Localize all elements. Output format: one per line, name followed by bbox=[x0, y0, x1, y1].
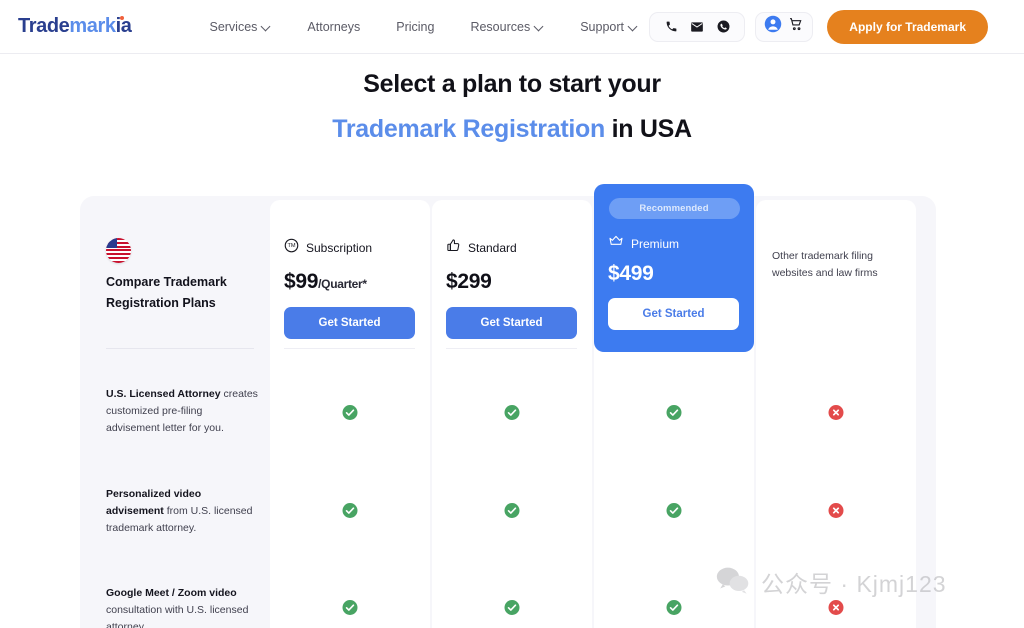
nav-item-services[interactable]: Services bbox=[209, 20, 271, 34]
feature-mark-yes bbox=[504, 405, 520, 420]
chevron-down-icon bbox=[535, 22, 544, 31]
other-providers-label: Other trademark filing websites and law … bbox=[772, 250, 878, 280]
feature-mark-yes bbox=[666, 405, 682, 420]
plan-price-amount: $499 bbox=[608, 262, 654, 285]
nav-label: Pricing bbox=[396, 19, 435, 34]
plan-price: $99/Quarter* bbox=[284, 270, 416, 294]
plan-column-subscription: TM Subscription $99/Quarter* Get Started bbox=[270, 196, 430, 628]
get-started-button-premium[interactable]: Get Started bbox=[608, 298, 739, 330]
plan-price-amount: $299 bbox=[446, 270, 492, 293]
nav-label: Attorneys bbox=[307, 19, 361, 34]
feature-mark-no bbox=[828, 405, 844, 420]
email-icon[interactable] bbox=[684, 20, 710, 34]
plan-column-premium: Recommended Premium $499 Get Started bbox=[594, 184, 754, 628]
nav-label: Resources bbox=[470, 19, 531, 34]
chevron-down-icon bbox=[629, 22, 638, 31]
premium-highlight-card: Recommended Premium $499 Get Started bbox=[594, 184, 754, 352]
feature-label-column: Compare Trademark Registration Plans U.S… bbox=[80, 196, 270, 628]
trademarkia-logo[interactable]: Trademarkia bbox=[18, 15, 132, 38]
feature-mark-no bbox=[828, 503, 844, 518]
user-account-icon[interactable] bbox=[764, 15, 782, 38]
get-started-button-subscription[interactable]: Get Started bbox=[284, 307, 415, 339]
plan-header: Standard $299 Get Started bbox=[432, 196, 592, 339]
logo-part-1: Trade bbox=[18, 15, 70, 37]
feature-mark-yes bbox=[342, 405, 358, 420]
feature-mark-yes bbox=[666, 503, 682, 518]
crown-icon bbox=[608, 233, 624, 254]
plan-name: Premium bbox=[631, 236, 680, 251]
chevron-down-icon bbox=[262, 22, 271, 31]
plan-comparison-grid: Compare Trademark Registration Plans U.S… bbox=[80, 184, 936, 628]
feature-label-rest: consultation with U.S. licensed attorney… bbox=[106, 604, 249, 628]
feature-mark-yes bbox=[342, 503, 358, 518]
plan-column-others: Other trademark filing websites and law … bbox=[756, 196, 916, 628]
shopping-cart-icon[interactable] bbox=[788, 16, 804, 37]
us-flag-icon bbox=[106, 238, 131, 263]
divider bbox=[284, 348, 415, 349]
feature-mark-yes bbox=[504, 503, 520, 518]
apply-for-trademark-button[interactable]: Apply for Trademark bbox=[827, 9, 988, 44]
nav-item-support[interactable]: Support bbox=[580, 20, 638, 34]
feature-mark-yes bbox=[504, 600, 520, 615]
hero-line-2-highlight: Trademark Registration bbox=[332, 114, 605, 143]
page-title: Select a plan to start your Trademark Re… bbox=[0, 62, 1024, 151]
feature-mark-no bbox=[828, 600, 844, 615]
plan-comparison-panel: Compare Trademark Registration Plans U.S… bbox=[80, 184, 936, 628]
feature-label-1: Personalized video advisement from U.S. … bbox=[106, 486, 258, 537]
thumbs-up-icon bbox=[446, 238, 461, 258]
nav-item-attorneys[interactable]: Attorneys bbox=[307, 20, 360, 34]
svg-text:TM: TM bbox=[287, 243, 295, 249]
divider bbox=[106, 348, 254, 349]
account-icon-group bbox=[755, 11, 814, 42]
nav-item-pricing[interactable]: Pricing bbox=[396, 20, 434, 34]
feature-label-bold: Google Meet / Zoom video bbox=[106, 587, 237, 599]
nav-item-resources[interactable]: Resources bbox=[470, 20, 544, 34]
plan-price-amount: $99 bbox=[284, 270, 319, 293]
feature-mark-yes bbox=[666, 600, 682, 615]
contact-icon-group bbox=[649, 11, 746, 42]
feature-label-bold: U.S. Licensed Attorney bbox=[106, 388, 221, 400]
plan-header: TM Subscription $99/Quarter* Get Started bbox=[270, 196, 430, 339]
feature-mark-yes bbox=[342, 600, 358, 615]
page-root: Trademarkia Services Attorneys Pricing R… bbox=[0, 0, 1024, 628]
plan-price: $299 bbox=[446, 270, 578, 294]
plan-name: Standard bbox=[468, 241, 517, 255]
main-nav: Services Attorneys Pricing Resources Sup… bbox=[209, 20, 638, 34]
plan-price-period: /Quarter* bbox=[318, 277, 367, 291]
recommended-badge: Recommended bbox=[608, 198, 740, 219]
whatsapp-icon[interactable] bbox=[710, 20, 736, 33]
get-started-button-standard[interactable]: Get Started bbox=[446, 307, 577, 339]
nav-label: Support bbox=[580, 19, 624, 34]
phone-icon[interactable] bbox=[658, 20, 684, 33]
logo-part-2: mark bbox=[69, 15, 116, 37]
plan-column-standard: Standard $299 Get Started bbox=[432, 196, 592, 628]
divider bbox=[446, 348, 577, 349]
site-header: Trademarkia Services Attorneys Pricing R… bbox=[0, 0, 1024, 54]
hero-line-1: Select a plan to start your bbox=[363, 70, 661, 98]
hero-line-2-rest: in USA bbox=[604, 114, 692, 143]
plan-price: $499 bbox=[608, 262, 740, 286]
compare-title: Compare Trademark Registration Plans bbox=[106, 275, 227, 311]
feature-label-2: Google Meet / Zoom video consultation wi… bbox=[106, 585, 258, 628]
plan-name: Subscription bbox=[306, 241, 373, 255]
hero-section: Select a plan to start your Trademark Re… bbox=[0, 62, 1024, 151]
feature-label-0: U.S. Licensed Attorney creates customize… bbox=[106, 386, 258, 437]
tm-circle-icon: TM bbox=[284, 238, 299, 258]
nav-label: Services bbox=[209, 19, 258, 34]
